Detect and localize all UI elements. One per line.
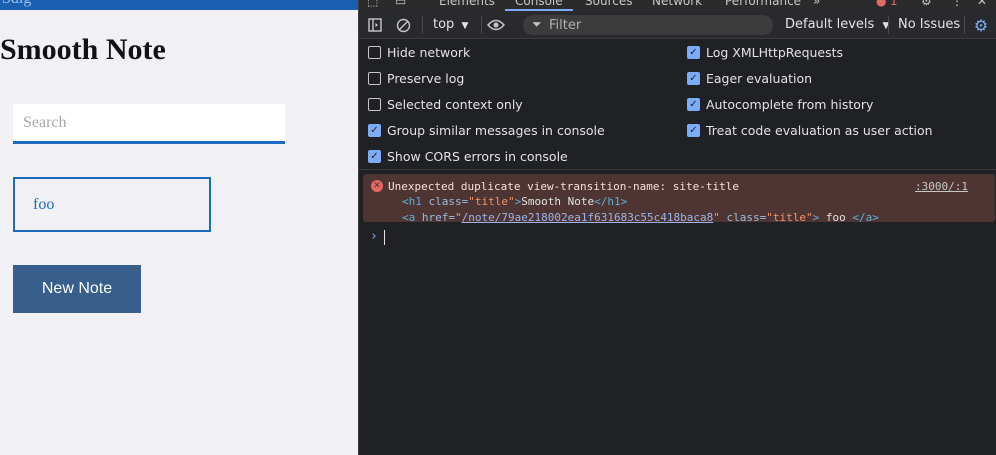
console-toolbar: top ▼ ⏷ Default levels ▼ No Issues ⚙ (359, 11, 996, 39)
console-output[interactable]: ✕ Unexpected duplicate view-transition-n… (359, 171, 996, 455)
log-levels-select[interactable]: Default levels ▼ (785, 17, 889, 32)
context-select-value: top (433, 17, 455, 32)
tab-console[interactable]: Console (515, 0, 563, 8)
page-title: Smooth Note (0, 33, 166, 66)
code-text: Smooth Note (521, 195, 595, 208)
setting-selected-context-only[interactable]: Selected context only (368, 97, 523, 112)
error-count-icon[interactable]: ● (876, 0, 886, 8)
checkbox-checked[interactable]: ✓ (687, 72, 700, 85)
code-text: foo (825, 211, 846, 224)
code-quote: " (455, 211, 462, 224)
toolbar-divider (422, 16, 423, 34)
setting-log-xhr[interactable]: ✓ Log XMLHttpRequests (687, 45, 843, 60)
error-count[interactable]: 1 (890, 0, 898, 8)
tab-elements[interactable]: Elements (439, 0, 495, 8)
setting-hide-network[interactable]: Hide network (368, 45, 470, 60)
clear-console-icon[interactable] (393, 15, 413, 35)
code-attr: class= (428, 195, 469, 208)
app-header-text[interactable]: Sdig (2, 0, 31, 8)
devtools-tab-bar: ⬚ ▭ Elements Console Sources Network Per… (359, 0, 996, 11)
checkbox-checked[interactable]: ✓ (368, 124, 381, 137)
console-settings-gear-icon[interactable]: ⚙ (971, 15, 991, 35)
code-tag: </h1> (594, 195, 628, 208)
error-source-link[interactable]: :3000/:1 (915, 180, 968, 193)
code-href-link[interactable]: /note/79ae218002ea1f631683c55c418baca8 (462, 211, 714, 224)
setting-label: Autocomplete from history (706, 97, 874, 112)
checkbox-checked[interactable]: ✓ (687, 46, 700, 59)
devtools-panel: ⬚ ▭ Elements Console Sources Network Per… (358, 0, 996, 455)
toolbar-divider (888, 16, 889, 34)
checkbox[interactable] (368, 98, 381, 111)
note-link[interactable]: foo (33, 196, 54, 214)
setting-show-cors-errors[interactable]: ✓ Show CORS errors in console (368, 149, 568, 164)
sidebar-toggle-icon[interactable] (365, 15, 385, 35)
code-tag: </a> (852, 211, 879, 224)
search-input[interactable] (13, 104, 285, 144)
checkbox-checked[interactable]: ✓ (687, 124, 700, 137)
checkbox[interactable] (368, 46, 381, 59)
code-tag: > (812, 211, 820, 224)
code-line-h1: <h1 class="title">Smooth Note</h1> (402, 195, 627, 208)
filter-field[interactable]: ⏷ (523, 15, 773, 35)
code-quote: " (713, 211, 720, 224)
checkbox[interactable] (368, 72, 381, 85)
more-tabs-icon[interactable]: » (813, 0, 820, 8)
console-input-caret[interactable] (384, 230, 385, 245)
code-attr: href= (421, 211, 455, 224)
checkbox-checked[interactable]: ✓ (368, 150, 381, 163)
code-tag: <h1 (402, 195, 422, 208)
error-text: Unexpected duplicate view-transition-nam… (388, 180, 739, 193)
inspect-element-icon[interactable]: ⬚ (367, 0, 378, 8)
checkbox-checked[interactable]: ✓ (687, 98, 700, 111)
error-icon: ✕ (371, 180, 383, 192)
toolbar-divider (481, 16, 482, 34)
code-attr-value: "title" (468, 195, 515, 208)
context-select[interactable]: top ▼ (433, 17, 468, 32)
setting-label: Log XMLHttpRequests (706, 45, 844, 60)
tab-sources[interactable]: Sources (585, 0, 632, 8)
setting-label: Preserve log (387, 71, 465, 86)
setting-label: Selected context only (387, 97, 523, 112)
new-note-button[interactable]: New Note (13, 265, 141, 313)
filter-icon: ⏷ (532, 17, 542, 31)
eye-icon[interactable] (486, 15, 506, 35)
setting-label: Show CORS errors in console (387, 149, 568, 164)
setting-label: Treat code evaluation as user action (706, 123, 933, 138)
setting-label: Group similar messages in console (387, 123, 605, 138)
code-tag: <a (402, 211, 416, 224)
note-card[interactable]: foo (13, 177, 211, 232)
code-attr: class= (726, 211, 767, 224)
app-pane: Sdig Smooth Note foo New Note (0, 0, 358, 455)
console-prompt-icon: › (370, 229, 378, 244)
tab-performance[interactable]: Performance (725, 0, 801, 8)
setting-treat-eval-user-action[interactable]: ✓ Treat code evaluation as user action (687, 123, 933, 138)
app-header-bar: Sdig (0, 0, 358, 10)
setting-label: Hide network (387, 45, 471, 60)
setting-eager-evaluation[interactable]: ✓ Eager evaluation (687, 71, 812, 86)
chevron-down-icon: ▼ (461, 21, 469, 31)
issues-button[interactable]: No Issues (898, 17, 960, 32)
setting-group-similar[interactable]: ✓ Group similar messages in console (368, 123, 605, 138)
code-attr-value: "title" (766, 211, 813, 224)
console-error-message[interactable]: ✕ Unexpected duplicate view-transition-n… (363, 174, 995, 224)
tab-network[interactable]: Network (652, 0, 702, 8)
kebab-menu-icon[interactable]: ⋮ (951, 0, 963, 8)
toolbar-divider (964, 16, 965, 34)
code-line-a: <a href="/note/79ae218002ea1f631683c55c4… (402, 211, 879, 224)
filter-input[interactable] (549, 16, 764, 34)
device-toolbar-icon[interactable]: ▭ (395, 0, 406, 8)
close-icon[interactable]: ✕ (977, 0, 987, 8)
console-settings-panel: Hide network Preserve log Selected conte… (359, 40, 996, 170)
setting-preserve-log[interactable]: Preserve log (368, 71, 464, 86)
log-levels-value: Default levels (785, 17, 875, 32)
gear-icon[interactable]: ⚙ (921, 0, 932, 8)
setting-label: Eager evaluation (706, 71, 813, 86)
setting-autocomplete-history[interactable]: ✓ Autocomplete from history (687, 97, 873, 112)
